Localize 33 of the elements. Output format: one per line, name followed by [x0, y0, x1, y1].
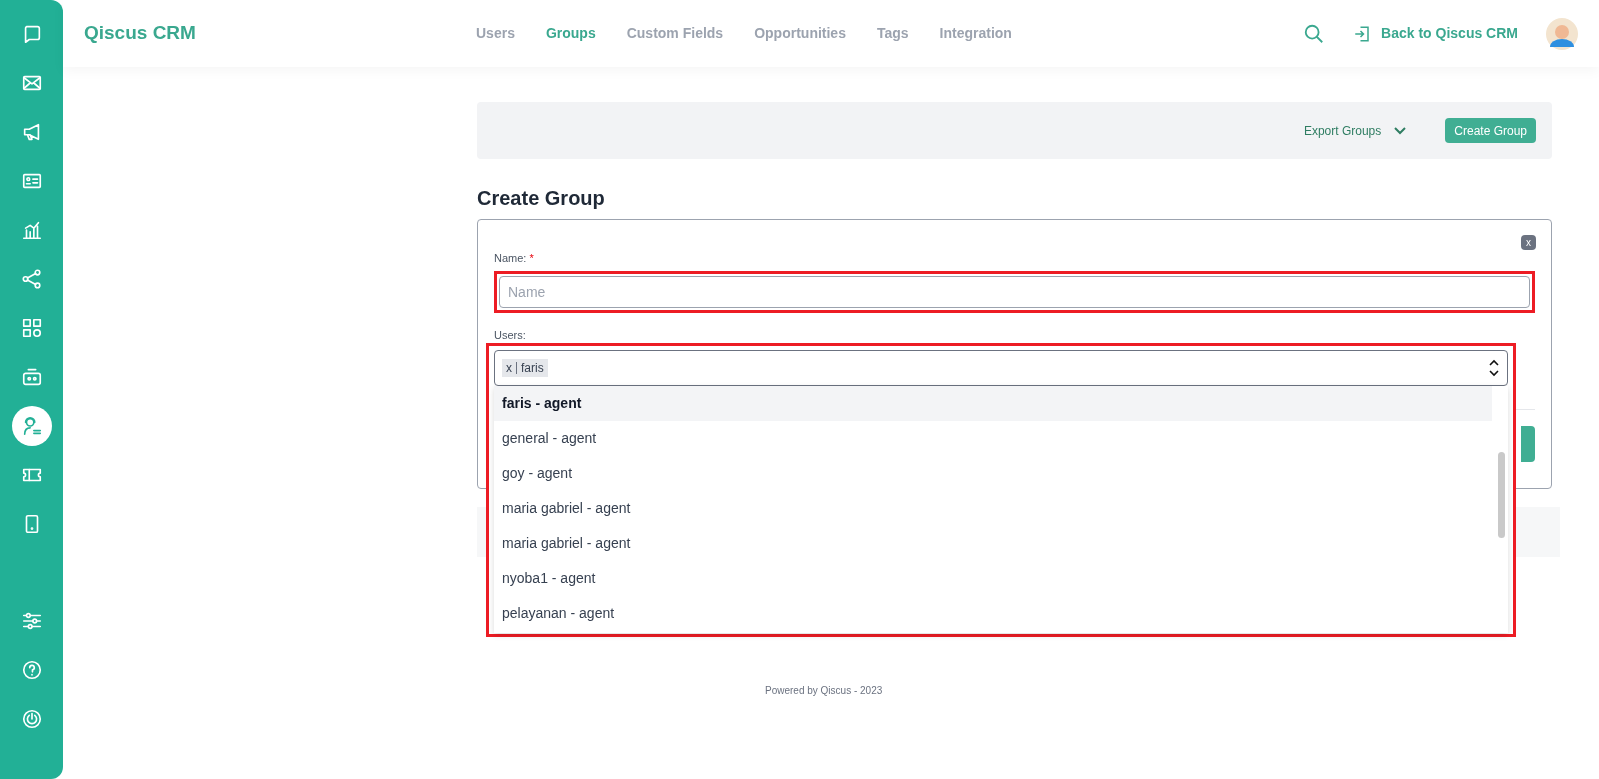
search-icon[interactable] [1303, 22, 1326, 45]
back-link[interactable]: Back to Qiscus CRM [1353, 23, 1518, 44]
agent-icon[interactable] [11, 406, 52, 446]
users-select[interactable]: x faris [494, 350, 1508, 386]
chip-label: faris [521, 360, 544, 377]
dropdown-option[interactable]: faris - agent [494, 386, 1492, 421]
name-input[interactable]: Name [499, 275, 1530, 308]
form-title: Create Group [477, 186, 606, 211]
field-label: Name: [494, 252, 527, 264]
nav-tab[interactable]: Integration [939, 23, 1012, 44]
dropdown-option[interactable]: goy - agent [494, 456, 1492, 491]
dropdown-option[interactable]: maria gabriel - agent [494, 526, 1492, 561]
close-button[interactable]: x [1521, 235, 1536, 250]
dropdown-option[interactable]: general - agent [494, 421, 1492, 456]
dropdown-option[interactable]: pelayanan - agent [494, 596, 1492, 631]
dropdown-option[interactable]: nyoba1 - agent [494, 561, 1492, 596]
field-label: Users: [494, 327, 526, 343]
footer-text: Powered by Qiscus - 2023 [765, 684, 884, 698]
nav-tab[interactable]: Custom Fields [626, 23, 724, 44]
chip-remove-button[interactable]: x [506, 359, 512, 377]
create-group-button[interactable]: Create Group [1445, 118, 1536, 143]
export-dropdown[interactable]: Export Groups [1303, 121, 1408, 140]
nav-tab[interactable]: Opportunities [754, 23, 846, 44]
app-logo[interactable]: Qiscus CRM [84, 19, 476, 48]
exit-arrow-icon [1353, 24, 1372, 43]
nav-tab[interactable]: Tags [876, 23, 909, 44]
scrollbar-thumb[interactable] [1498, 452, 1505, 538]
sort-caret-icon [1488, 359, 1500, 377]
nav-tab[interactable]: Users [476, 23, 515, 44]
required-mark: * [529, 252, 534, 264]
dropdown-option[interactable]: maria gabriel - agent [494, 491, 1492, 526]
avatar-icon[interactable] [1546, 17, 1578, 50]
nav-tab[interactable]: Groups [545, 23, 596, 44]
